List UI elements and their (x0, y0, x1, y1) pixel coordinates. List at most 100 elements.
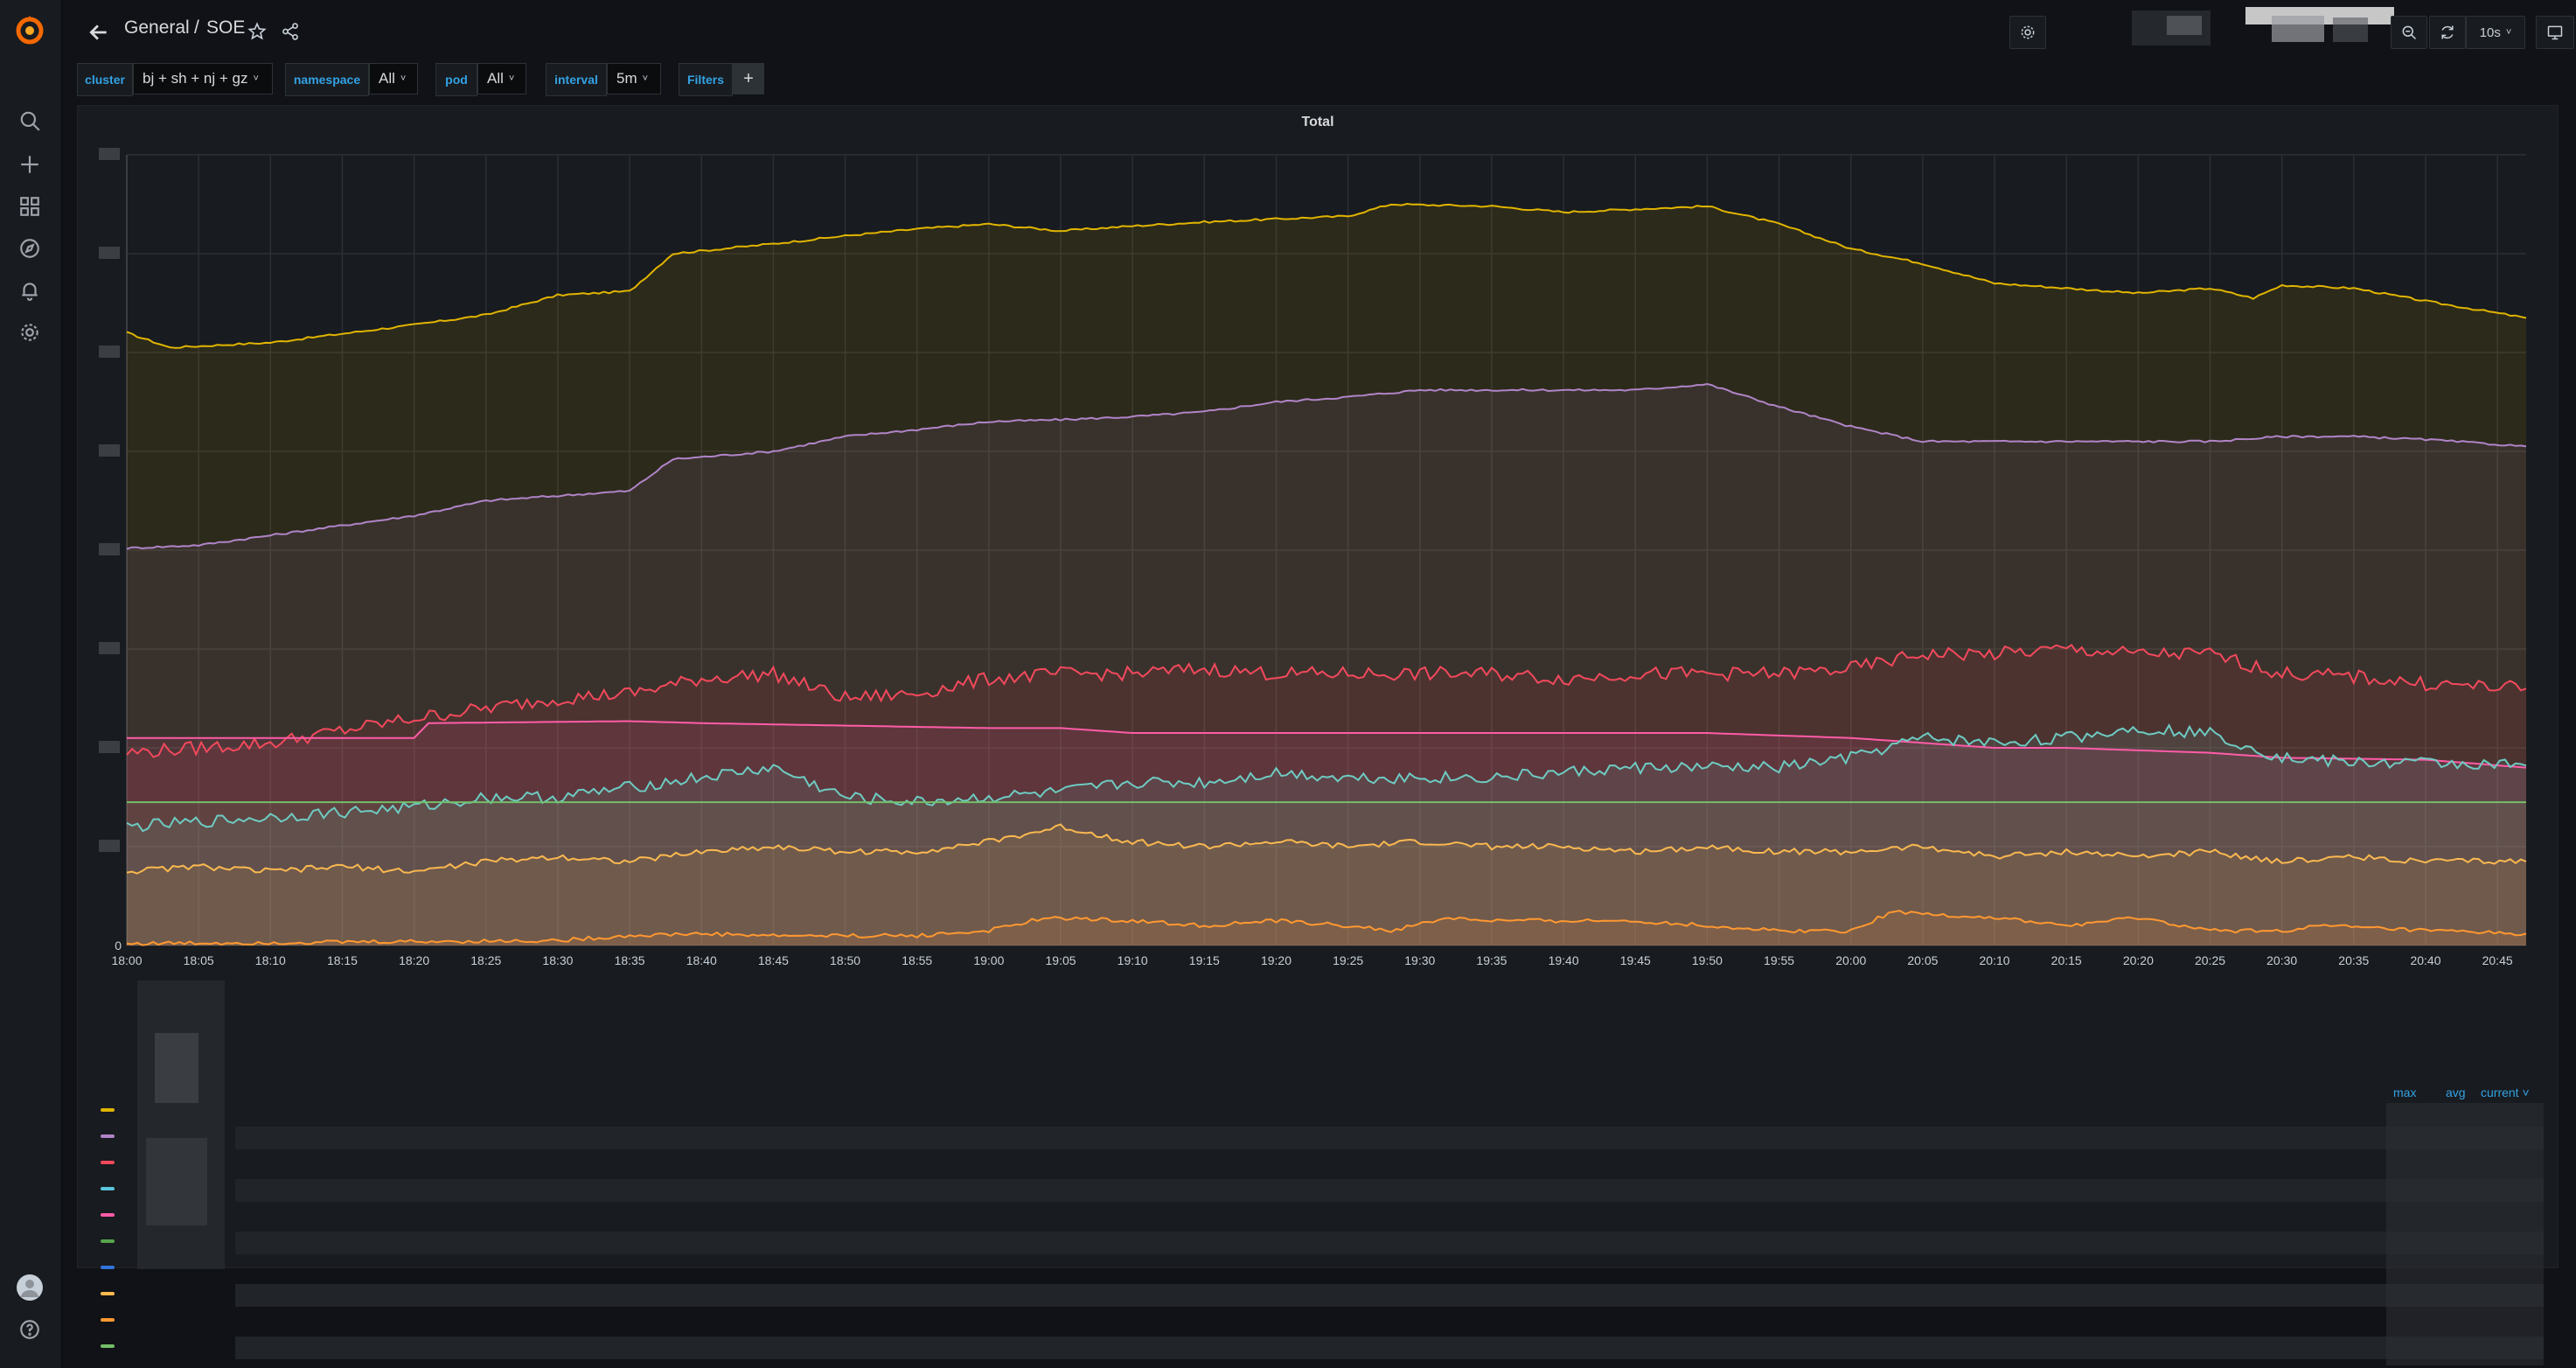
var-label-cluster: cluster (77, 63, 133, 96)
refresh-icon (2441, 25, 2454, 39)
legend-row-stripe (235, 1337, 2544, 1359)
redacted-y-tick-label (99, 444, 120, 457)
x-tick-label: 20:30 (2266, 953, 2297, 967)
legend-row[interactable] (87, 1309, 2544, 1335)
search-icon[interactable] (16, 107, 44, 135)
var-select-namespace[interactable]: All ˅ (369, 63, 418, 94)
legend-row[interactable] (87, 1099, 2544, 1125)
legend-color-swatch[interactable] (101, 1344, 115, 1348)
legend-row[interactable] (87, 1204, 2544, 1230)
x-tick-label: 20:25 (2195, 953, 2225, 967)
legend-row[interactable] (87, 1125, 2544, 1151)
x-tick-label: 19:50 (1692, 953, 1723, 967)
legend-row-stripe (235, 1284, 2544, 1307)
legend-row[interactable] (87, 1335, 2544, 1361)
x-tick-label: 18:30 (542, 953, 573, 967)
sort-chevron-icon: ˅ (2522, 1085, 2530, 1099)
x-tick-label: 18:10 (255, 953, 286, 967)
x-tick-label: 18:00 (111, 953, 142, 967)
legend-color-swatch[interactable] (101, 1318, 115, 1322)
back-arrow-icon[interactable] (84, 17, 114, 47)
x-tick-label: 19:55 (1764, 953, 1794, 967)
legend-row[interactable] (87, 1256, 2544, 1282)
chevron-down-icon: ˅ (508, 73, 515, 84)
var-select-cluster[interactable]: bj + sh + nj + gz ˅ (133, 63, 273, 94)
redacted-y-tick-label (99, 148, 120, 160)
legend-col-current[interactable]: current ˅ (2481, 1085, 2530, 1099)
explore-compass-icon[interactable] (16, 234, 44, 262)
dashboard-title[interactable]: SOE (206, 17, 245, 38)
x-tick-label: 18:35 (615, 953, 645, 967)
legend-row[interactable] (87, 1151, 2544, 1177)
refresh-button[interactable] (2429, 16, 2466, 49)
x-tick-label: 20:35 (2338, 953, 2369, 967)
refresh-interval-picker[interactable]: 10s ˅ (2466, 16, 2525, 49)
x-tick-label: 18:55 (902, 953, 932, 967)
legend-color-swatch[interactable] (101, 1213, 115, 1217)
breadcrumb-separator: / (194, 17, 199, 38)
x-tick-label: 20:45 (2482, 953, 2513, 967)
add-filter-button[interactable]: + (733, 63, 764, 94)
legend-row-stripe (235, 1127, 2544, 1149)
zoom-out-button[interactable] (2391, 16, 2427, 49)
x-tick-label: 20:00 (1835, 953, 1866, 967)
settings-icon (2021, 25, 2035, 39)
x-tick-label: 19:45 (1620, 953, 1651, 967)
x-tick-label: 18:25 (470, 953, 501, 967)
legend-color-swatch[interactable] (101, 1239, 115, 1243)
x-tick-label: 19:05 (1046, 953, 1076, 967)
redacted-y-tick-label (99, 642, 120, 654)
time-series-chart[interactable]: 18:00 18:05 18:10 18:15 18:20 18:25 18:30 18:35… (78, 106, 2559, 981)
legend-col-avg[interactable]: avg (2446, 1085, 2466, 1099)
var-label-namespace: namespace (285, 63, 369, 96)
zoom-out-icon (2402, 25, 2417, 40)
x-tick-label: 19:20 (1261, 953, 1291, 967)
user-avatar-icon[interactable] (16, 1274, 44, 1302)
alerting-bell-icon[interactable] (16, 276, 44, 304)
share-icon[interactable] (278, 19, 303, 44)
legend-col-max[interactable]: max (2393, 1085, 2416, 1099)
var-value-pod: All (487, 70, 504, 87)
legend-row-stripe (235, 1232, 2544, 1254)
help-icon[interactable] (16, 1316, 44, 1344)
x-tick-label: 18:20 (399, 953, 429, 967)
dashboards-grid-icon[interactable] (16, 192, 44, 220)
legend-color-swatch[interactable] (101, 1161, 115, 1164)
legend-color-swatch[interactable] (101, 1292, 115, 1295)
chevron-down-icon: ˅ (2505, 27, 2512, 38)
x-tick-label: 19:40 (1549, 953, 1579, 967)
redacted-legend-values (2386, 1103, 2544, 1365)
legend-color-swatch[interactable] (101, 1266, 115, 1269)
plus-icon[interactable] (16, 150, 44, 178)
settings-gear-icon[interactable] (16, 318, 44, 346)
x-tick-label: 19:30 (1404, 953, 1435, 967)
x-tick-label: 18:15 (327, 953, 358, 967)
legend-color-swatch[interactable] (101, 1134, 115, 1138)
dashboard-settings-button[interactable] (2009, 16, 2046, 49)
breadcrumb-folder[interactable]: General (124, 17, 190, 38)
var-select-interval[interactable]: 5m ˅ (607, 63, 661, 94)
tv-mode-button[interactable] (2536, 16, 2574, 49)
var-value-cluster: bj + sh + nj + gz (143, 70, 248, 87)
legend-row[interactable] (87, 1282, 2544, 1309)
x-tick-label: 20:40 (2410, 953, 2440, 967)
x-tick-label: 19:25 (1333, 953, 1363, 967)
grafana-logo-icon[interactable] (12, 12, 47, 47)
redacted-y-tick-label (99, 345, 120, 358)
var-label-pod: pod (435, 63, 477, 96)
legend-row[interactable] (87, 1177, 2544, 1204)
var-select-pod[interactable]: All ˅ (477, 63, 526, 94)
monitor-icon (2547, 25, 2563, 40)
y-tick-label: 0 (115, 939, 122, 953)
x-tick-label: 18:40 (686, 953, 717, 967)
legend-col-current-label: current (2481, 1085, 2519, 1099)
legend-row[interactable] (87, 1230, 2544, 1256)
x-tick-label: 20:20 (2123, 953, 2154, 967)
legend-color-swatch[interactable] (101, 1187, 115, 1190)
legend-row-stripe (235, 1179, 2544, 1202)
refresh-interval-value: 10s (2479, 24, 2501, 40)
legend-color-swatch[interactable] (101, 1108, 115, 1112)
star-icon[interactable] (245, 19, 269, 44)
graph-panel: Total 18:00 18:05 18:10 18:15 18:20 18:25 18:3… (77, 105, 2559, 1365)
var-value-interval: 5m (616, 70, 637, 87)
